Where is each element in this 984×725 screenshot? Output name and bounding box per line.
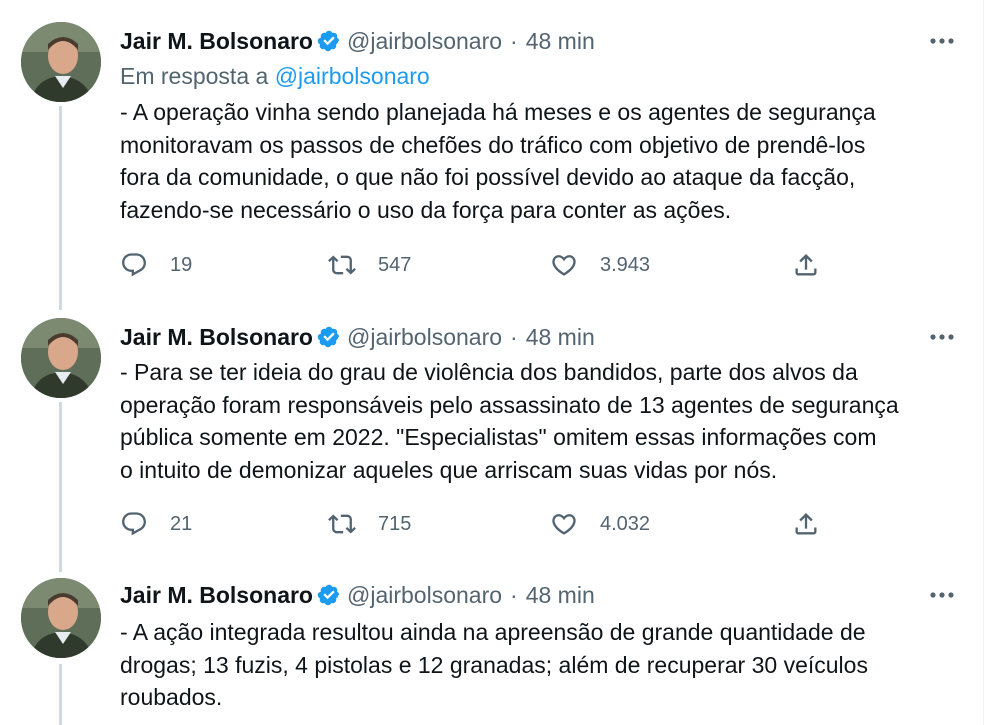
thread-connector-line xyxy=(59,402,62,572)
retweet-button[interactable]: 715 xyxy=(328,509,411,539)
author-name[interactable]: Jair M. Bolsonaro xyxy=(120,582,313,609)
more-options-icon[interactable] xyxy=(924,26,960,56)
thread-connector-line xyxy=(59,664,62,725)
share-icon xyxy=(792,251,820,279)
reply-icon xyxy=(120,251,148,279)
retweet-button[interactable]: 547 xyxy=(328,250,411,280)
like-count: 4.032 xyxy=(600,512,651,535)
retweet-icon xyxy=(328,510,356,538)
tweet-text: - A operação vinha sendo planejada há me… xyxy=(120,99,876,223)
timestamp[interactable]: 48 min xyxy=(526,28,595,55)
reply-count: 21 xyxy=(170,512,193,535)
more-options-icon[interactable] xyxy=(924,322,960,352)
like-icon xyxy=(550,251,578,279)
tweet-actions: 19 547 3.943 xyxy=(120,250,840,280)
timestamp[interactable]: 48 min xyxy=(526,324,595,351)
tweet-text: - A ação integrada resultou ainda na apr… xyxy=(120,619,868,710)
avatar[interactable] xyxy=(21,318,101,398)
author-handle[interactable]: @jairbolsonaro xyxy=(347,28,502,55)
tweet-header: Jair M. Bolsonaro @jairbolsonaro · 48 mi… xyxy=(120,580,595,610)
verified-badge-icon xyxy=(317,29,341,53)
tweet-text: - Para se ter ideia do grau de violência… xyxy=(120,359,899,483)
verified-badge-icon xyxy=(317,325,341,349)
timestamp[interactable]: 48 min xyxy=(526,582,595,609)
avatar[interactable] xyxy=(21,578,101,658)
tweet-2[interactable]: Jair M. Bolsonaro @jairbolsonaro · 48 mi… xyxy=(0,310,984,572)
separator-dot: · xyxy=(510,323,518,350)
like-button[interactable]: 3.943 xyxy=(550,250,650,280)
author-name[interactable]: Jair M. Bolsonaro xyxy=(120,324,313,351)
verified-badge-icon xyxy=(317,583,341,607)
retweet-icon xyxy=(328,251,356,279)
more-options-icon[interactable] xyxy=(924,580,960,610)
tweet-header: Jair M. Bolsonaro @jairbolsonaro · 48 mi… xyxy=(120,26,595,56)
author-name[interactable]: Jair M. Bolsonaro xyxy=(120,28,313,55)
author-handle[interactable]: @jairbolsonaro xyxy=(347,324,502,351)
tweet-1[interactable]: Jair M. Bolsonaro @jairbolsonaro · 48 mi… xyxy=(0,0,984,310)
like-icon xyxy=(550,510,578,538)
reply-button[interactable]: 19 xyxy=(120,250,192,280)
reply-to-label: Em resposta a xyxy=(120,63,275,89)
like-count: 3.943 xyxy=(600,253,651,276)
reply-icon xyxy=(120,510,148,538)
reply-context: Em resposta a @jairbolsonaro xyxy=(120,63,430,90)
tweet-3[interactable]: Jair M. Bolsonaro @jairbolsonaro · 48 mi… xyxy=(0,572,984,725)
separator-dot: · xyxy=(510,27,518,54)
tweet-header: Jair M. Bolsonaro @jairbolsonaro · 48 mi… xyxy=(120,322,595,352)
share-icon xyxy=(792,510,820,538)
reply-button[interactable]: 21 xyxy=(120,509,192,539)
separator-dot: · xyxy=(510,581,518,608)
retweet-count: 715 xyxy=(378,512,412,535)
share-button[interactable] xyxy=(792,509,820,539)
like-button[interactable]: 4.032 xyxy=(550,509,650,539)
thread-connector-line xyxy=(59,106,62,310)
share-button[interactable] xyxy=(792,250,820,280)
tweet-thread: Jair M. Bolsonaro @jairbolsonaro · 48 mi… xyxy=(0,0,984,725)
retweet-count: 547 xyxy=(378,253,412,276)
reply-count: 19 xyxy=(170,253,193,276)
avatar[interactable] xyxy=(21,22,101,102)
author-handle[interactable]: @jairbolsonaro xyxy=(347,582,502,609)
tweet-actions: 21 715 4.032 xyxy=(120,509,840,539)
reply-to-mention-link[interactable]: @jairbolsonaro xyxy=(275,63,430,89)
